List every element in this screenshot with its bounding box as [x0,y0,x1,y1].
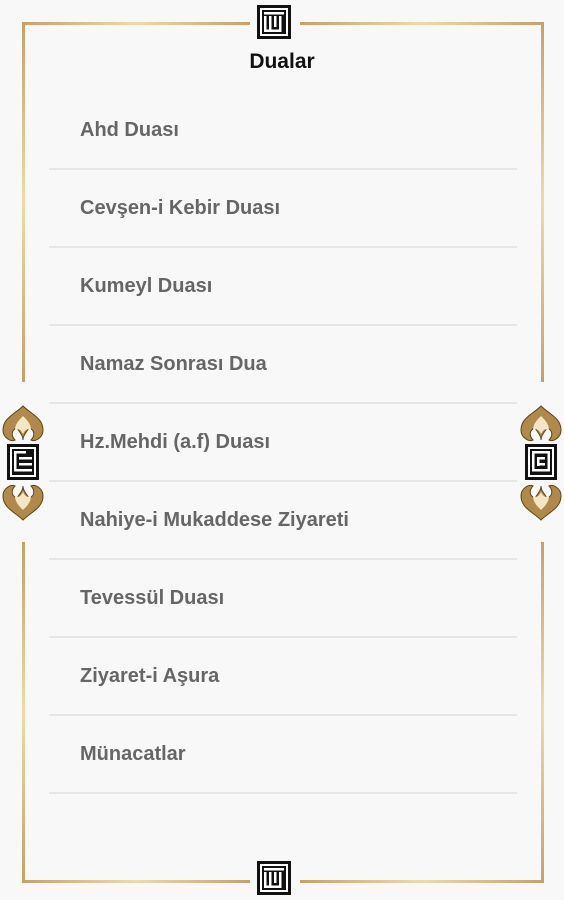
frame-left-bottom-line [22,542,25,883]
dua-list-screen: Dualar Ahd Duası Cevşen-i Kebir Duası Ku… [0,0,564,900]
kufic-calligraphy-icon [257,5,291,39]
frame-bottom-right-line [300,880,544,883]
list-item-ziyaret-i-asura[interactable]: Ziyaret-i Aşura [49,638,517,716]
arabesque-ornament-icon [520,405,562,521]
list-item-cevsen-i-kebir-duasi[interactable]: Cevşen-i Kebir Duası [49,170,517,248]
kufic-calligraphy-icon [257,861,291,895]
list-item-hz-mehdi-duasi[interactable]: Hz.Mehdi (a.f) Duası [49,404,517,482]
frame-right-top-line [541,22,544,382]
list-item-nahiye-i-mukaddese-ziyareti[interactable]: Nahiye-i Mukaddese Ziyareti [49,482,517,560]
list-item-tevessul-duasi[interactable]: Tevessül Duası [49,560,517,638]
list-item-namaz-sonrasi-dua[interactable]: Namaz Sonrası Dua [49,326,517,404]
frame-bottom-left-line [22,880,250,883]
frame-top-right-line [300,22,544,25]
frame-left-top-line [22,22,25,382]
list-item-kumeyl-duasi[interactable]: Kumeyl Duası [49,248,517,326]
page-title: Dualar [249,50,315,73]
list-item-munacatlar[interactable]: Münacatlar [49,716,517,794]
arabesque-ornament-icon [2,405,44,521]
frame-top-left-line [22,22,250,25]
dua-list: Ahd Duası Cevşen-i Kebir Duası Kumeyl Du… [49,92,517,794]
frame-right-bottom-line [541,542,544,883]
list-item-ahd-duasi[interactable]: Ahd Duası [49,92,517,170]
